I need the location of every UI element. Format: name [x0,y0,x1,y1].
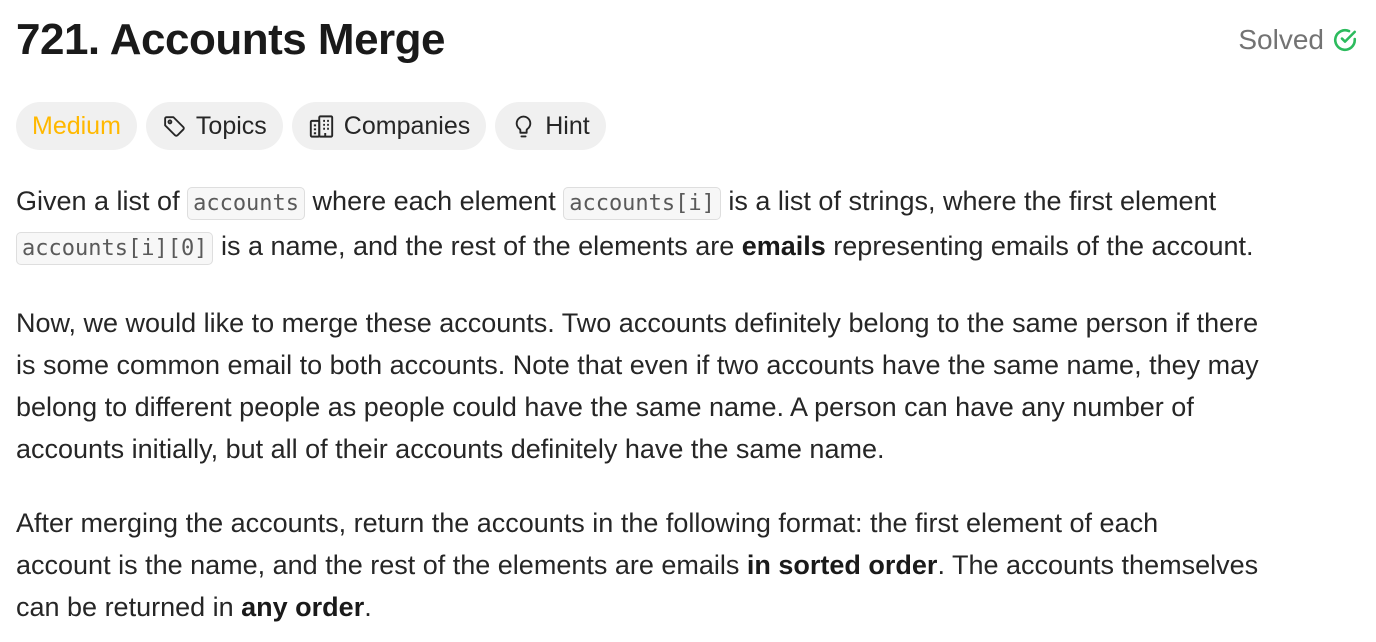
problem-tags: Medium Topics Companies Hint [16,102,606,150]
companies-button[interactable]: Companies [291,102,487,150]
paragraph-1-line-2: accounts[i][0] is a name, and the rest o… [16,225,1364,270]
bold-text: emails [741,231,826,261]
paragraph-2-line-1: Now, we would like to merge these accoun… [16,308,1259,338]
paragraph-2: Now, we would like to merge these accoun… [16,302,1364,470]
paragraph-3-line-1: After merging the accounts, return the a… [16,508,1159,538]
bold-text: any order [241,592,365,622]
problem-title: 721. Accounts Merge [16,15,446,64]
tag-icon [162,114,187,139]
text: account is the name, and the rest of the… [16,550,747,580]
inline-code: accounts[i][0] [16,232,214,265]
paragraph-3-line-3: can be returned in any order. [16,586,1364,628]
text: . [364,592,372,622]
paragraph-2-line-3: belong to different people as people cou… [16,392,1194,422]
text: is a name, and the rest of the elements … [213,231,742,261]
lightbulb-icon [511,114,536,139]
paragraph-1: Given a list of accounts where each elem… [16,180,1364,270]
text: is a list of strings, where the first el… [720,186,1217,216]
text: representing emails of the account. [825,231,1254,261]
paragraph-2-line-2: is some common email to both accounts. N… [16,350,1259,380]
paragraph-3-line-2: account is the name, and the rest of the… [16,544,1364,586]
problem-statement: Given a list of accounts where each elem… [16,180,1364,628]
solved-status: Solved [1238,24,1358,56]
text: Given a list of [16,186,188,216]
paragraph-1-line-1: Given a list of accounts where each elem… [16,180,1364,225]
topics-label: Topics [195,111,267,140]
hint-label: Hint [545,111,590,140]
bold-text: in sorted order [746,550,938,580]
text: where each element [305,186,564,216]
topics-button[interactable]: Topics [145,102,283,150]
text: . The accounts themselves [937,550,1259,580]
paragraph-3: After merging the accounts, return the a… [16,502,1364,628]
building-icon [308,113,335,140]
check-circle-icon [1332,27,1358,53]
inline-code: accounts [187,187,306,220]
difficulty-label: Medium [32,111,121,140]
problem-header: 721. Accounts Merge Solved [16,12,1358,68]
paragraph-2-line-4: accounts initially, but all of their acc… [16,434,885,464]
hint-button[interactable]: Hint [495,102,606,150]
problem-description-panel: 721. Accounts Merge Solved Medium Topics [0,0,1376,642]
inline-code: accounts[i] [563,187,721,220]
difficulty-badge[interactable]: Medium [16,102,137,150]
companies-label: Companies [343,111,471,140]
text: can be returned in [16,592,242,622]
solved-label: Solved [1238,24,1324,55]
